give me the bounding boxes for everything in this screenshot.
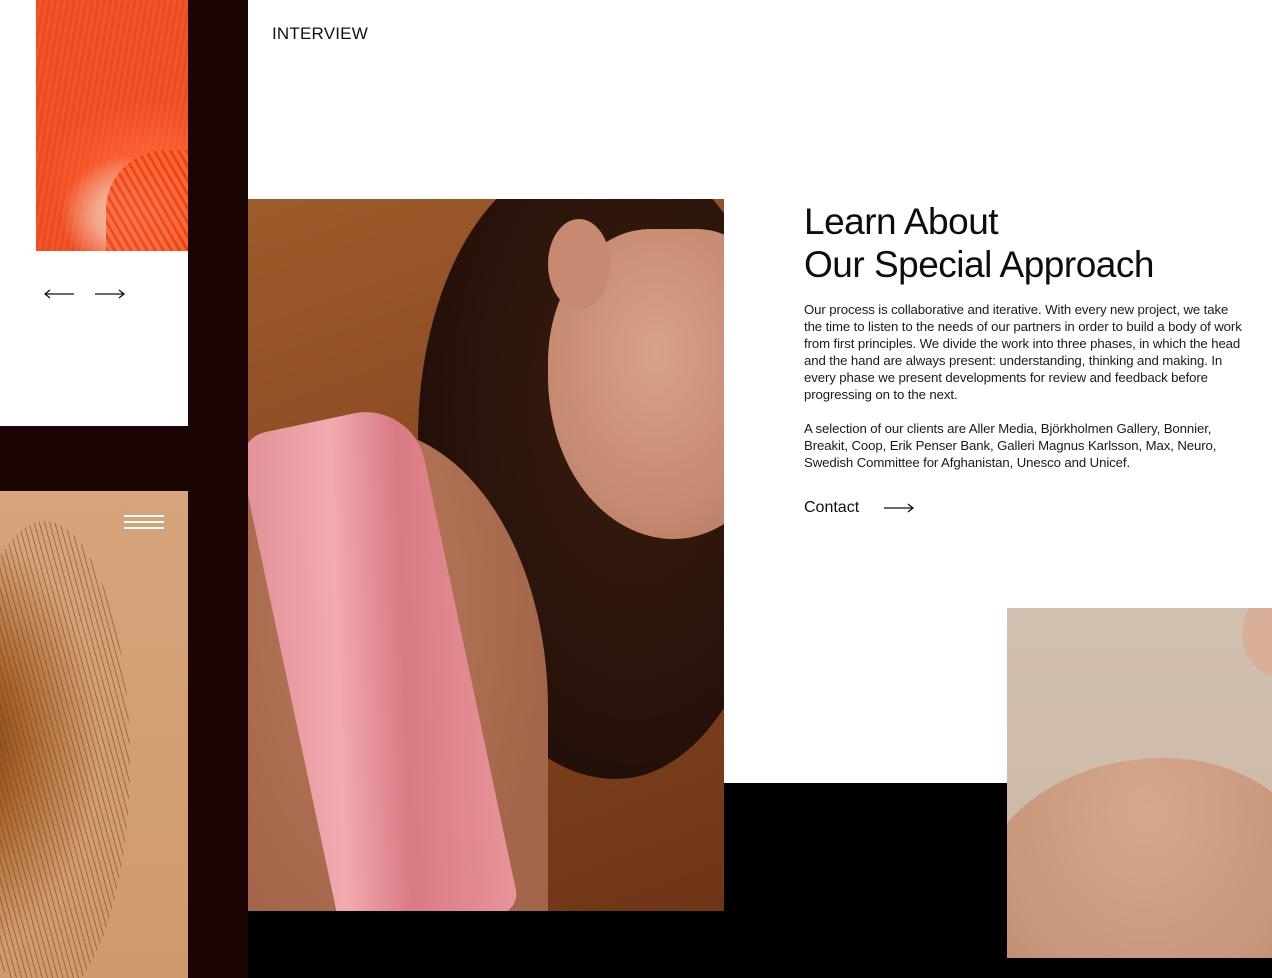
arm-detail-image <box>1007 608 1272 958</box>
menu-button[interactable] <box>124 515 164 535</box>
arrow-left-icon <box>43 289 74 299</box>
hair-detail <box>0 521 130 978</box>
heading-line-2: Our Special Approach <box>804 244 1154 285</box>
clients-paragraph: A selection of our clients are Aller Med… <box>804 421 1217 470</box>
hamburger-menu-icon <box>124 515 164 529</box>
contact-link[interactable]: Contact <box>804 498 915 518</box>
slider-next-button[interactable] <box>94 284 130 304</box>
slider-prev-button[interactable] <box>43 284 79 304</box>
slider-image <box>36 0 188 251</box>
contact-label: Contact <box>804 499 860 516</box>
heading-line-1: Learn About <box>804 201 999 242</box>
arrow-right-icon <box>884 503 915 513</box>
main-portrait-image <box>248 199 724 911</box>
bottom-band-left <box>248 911 724 978</box>
fabric-ruffle <box>106 150 188 251</box>
side-portrait-image <box>0 491 188 978</box>
arrow-right-icon <box>95 289 126 299</box>
page-heading: Learn About Our Special Approach <box>804 200 1244 286</box>
section-label: INTERVIEW <box>272 24 368 43</box>
process-paragraph: Our process is collaborative and iterati… <box>804 302 1242 402</box>
